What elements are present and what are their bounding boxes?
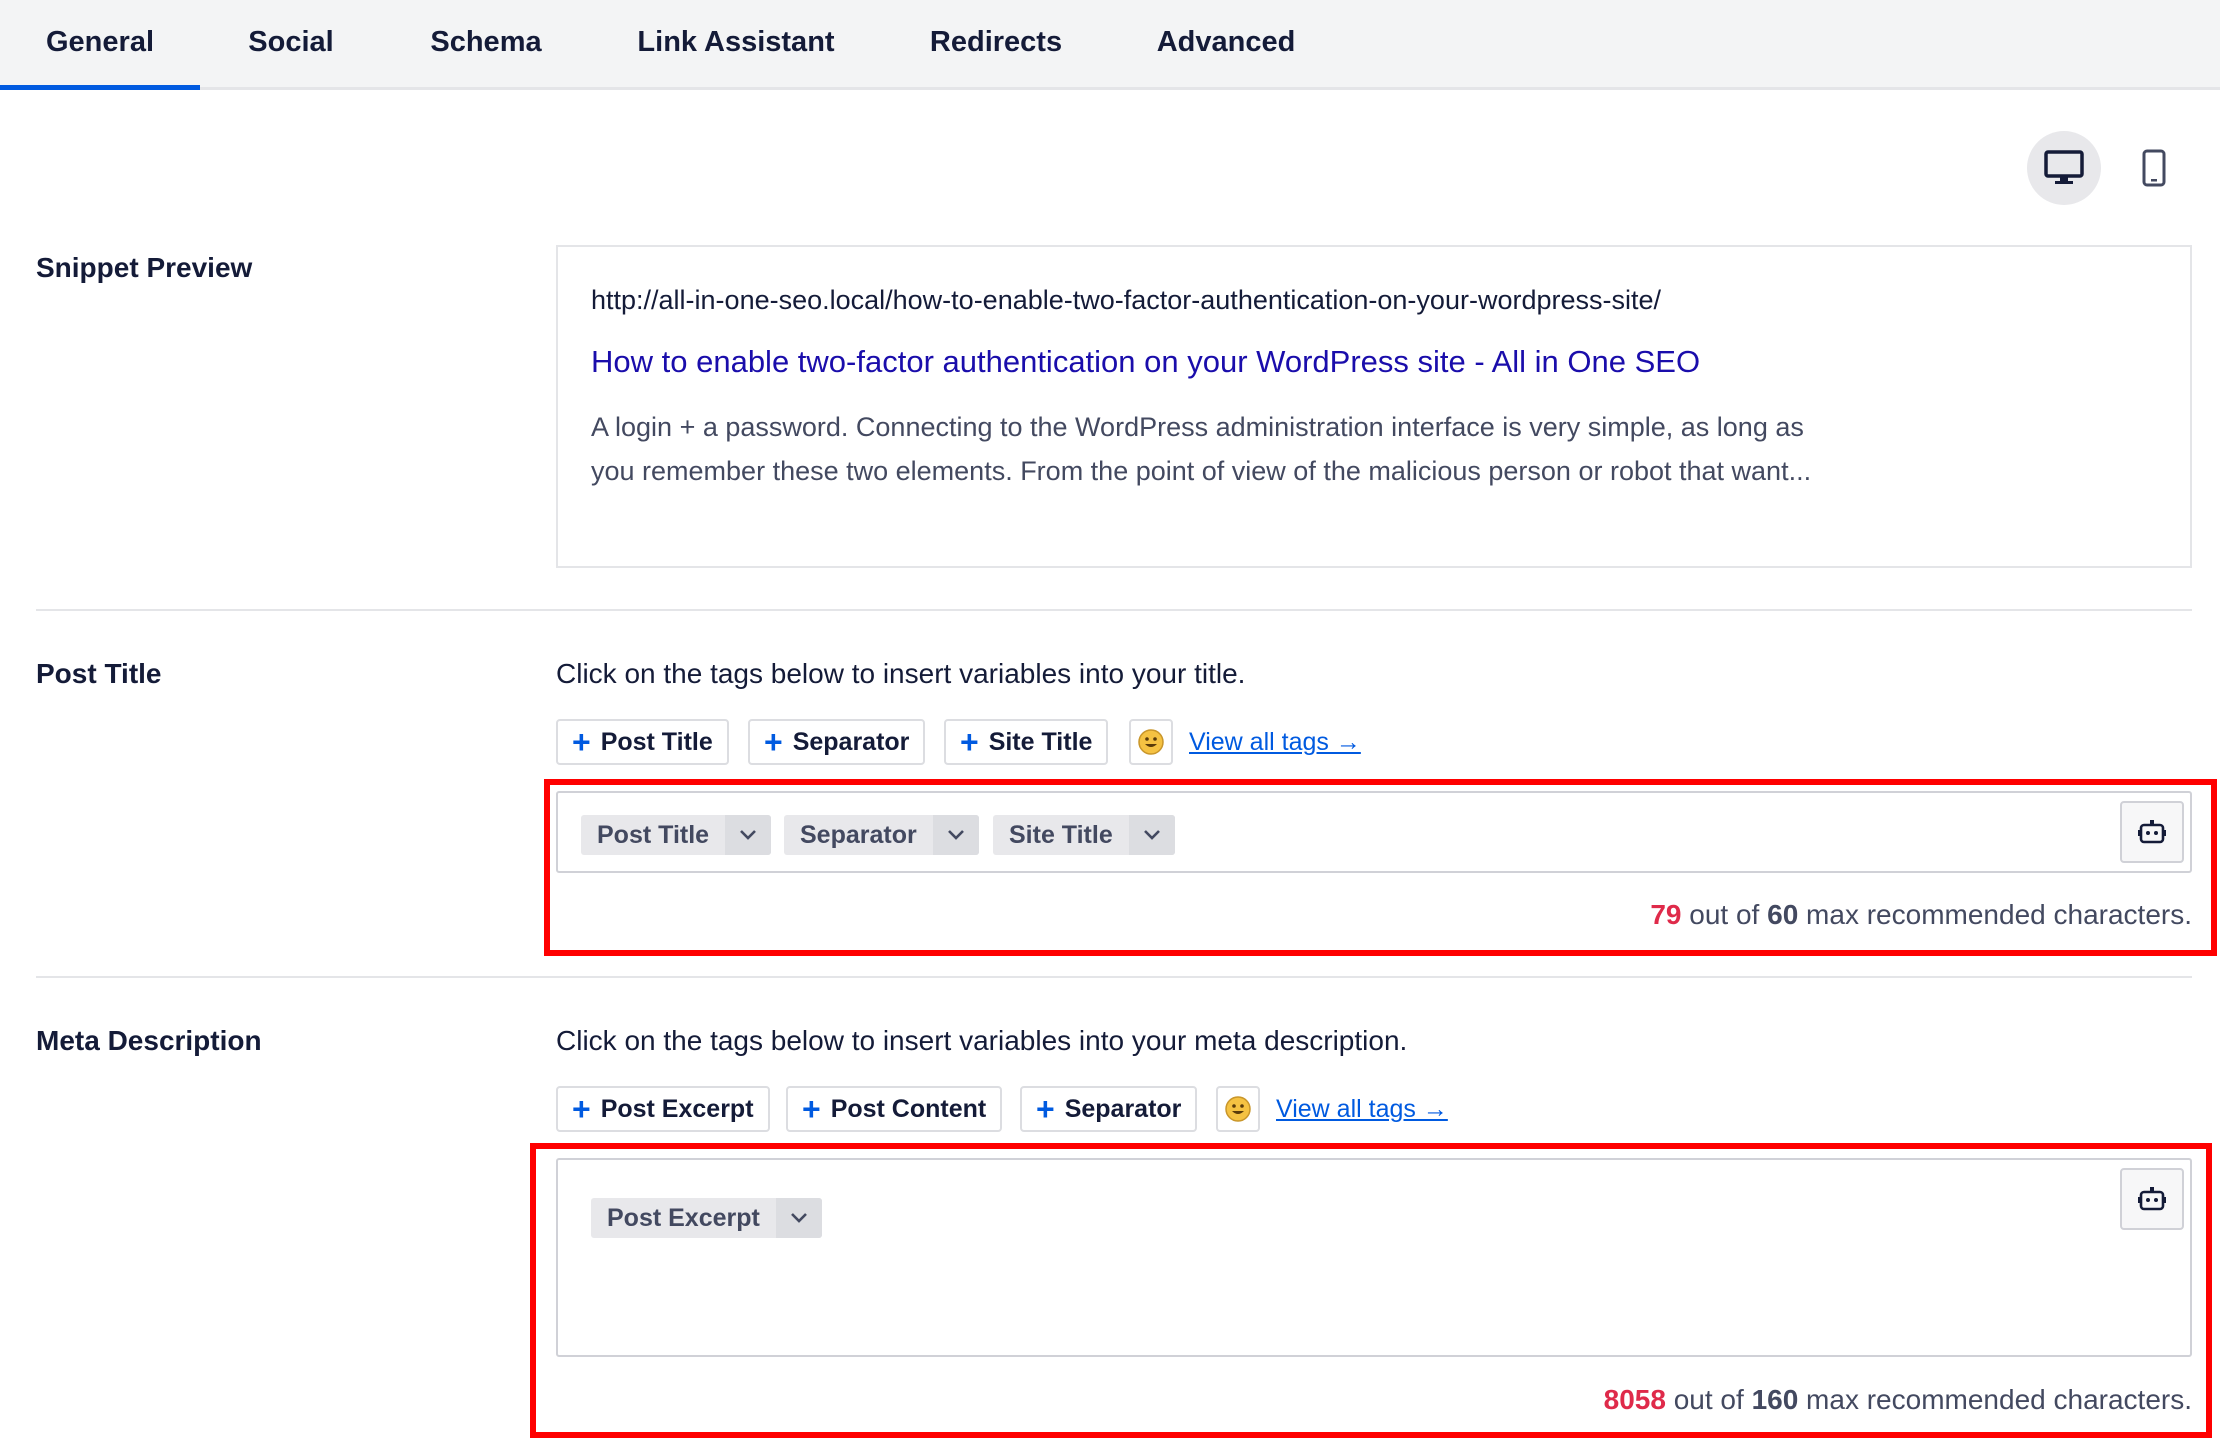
emoji-picker-button[interactable] bbox=[1129, 719, 1173, 765]
mobile-preview-button[interactable] bbox=[2117, 131, 2191, 205]
meta-description-label: Meta Description bbox=[36, 1025, 262, 1056]
add-separator-tag-button[interactable]: + Separator bbox=[1020, 1086, 1198, 1132]
meta-description-hint: Click on the tags below to insert variab… bbox=[556, 1025, 1408, 1056]
snippet-url: http://all-in-one-seo.local/how-to-enabl… bbox=[591, 285, 1661, 315]
tab-schema[interactable]: Schema bbox=[412, 0, 560, 90]
add-post-excerpt-tag-button[interactable]: + Post Excerpt bbox=[556, 1086, 770, 1132]
mobile-icon bbox=[2142, 149, 2166, 187]
view-all-tags-link[interactable]: View all tags → bbox=[1189, 728, 1361, 757]
plus-icon: + bbox=[1036, 1091, 1055, 1127]
plus-icon: + bbox=[764, 724, 783, 760]
add-site-title-tag-button[interactable]: + Site Title bbox=[944, 719, 1109, 765]
post-title-hint: Click on the tags below to insert variab… bbox=[556, 658, 1246, 689]
desktop-preview-button[interactable] bbox=[2027, 131, 2101, 205]
tab-general[interactable]: General bbox=[0, 0, 200, 90]
add-post-title-tag-button[interactable]: + Post Title bbox=[556, 719, 729, 765]
snippet-preview-label: Snippet Preview bbox=[36, 252, 253, 283]
desktop-icon bbox=[2044, 150, 2084, 184]
snippet-title[interactable]: How to enable two-factor authentication … bbox=[591, 344, 1700, 380]
plus-icon: + bbox=[572, 724, 591, 760]
section-divider bbox=[36, 609, 2192, 611]
highlight-box bbox=[544, 779, 2217, 956]
add-post-content-tag-button[interactable]: + Post Content bbox=[786, 1086, 1003, 1132]
section-divider bbox=[36, 976, 2192, 978]
tab-redirects[interactable]: Redirects bbox=[918, 0, 1074, 90]
snippet-description: A login + a password. Connecting to the … bbox=[591, 412, 1812, 486]
view-all-tags-link[interactable]: View all tags → bbox=[1276, 1095, 1448, 1124]
tab-link-assistant[interactable]: Link Assistant bbox=[622, 0, 850, 90]
post-title-label: Post Title bbox=[36, 658, 162, 689]
smiley-icon bbox=[1138, 729, 1164, 755]
plus-icon: + bbox=[802, 1091, 821, 1127]
emoji-picker-button[interactable] bbox=[1216, 1086, 1260, 1132]
snippet-preview: http://all-in-one-seo.local/how-to-enabl… bbox=[556, 245, 2192, 568]
tab-social[interactable]: Social bbox=[228, 0, 354, 90]
tab-bar: General Social Schema Link Assistant Red… bbox=[0, 0, 2220, 90]
highlight-box bbox=[530, 1143, 2212, 1438]
smiley-icon bbox=[1225, 1096, 1251, 1122]
tab-advanced[interactable]: Advanced bbox=[1142, 0, 1310, 90]
plus-icon: + bbox=[572, 1091, 591, 1127]
plus-icon: + bbox=[960, 724, 979, 760]
add-separator-tag-button[interactable]: + Separator bbox=[748, 719, 926, 765]
